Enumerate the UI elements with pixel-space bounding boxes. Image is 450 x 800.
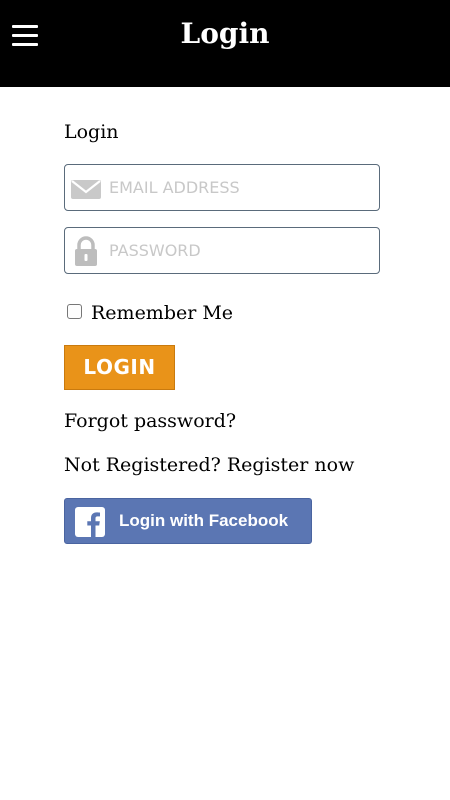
remember-me-checkbox[interactable] [67,303,82,319]
facebook-button-label: Login with Facebook [119,511,289,530]
lock-icon [75,236,97,266]
page-title: Login [180,17,270,50]
form-heading: Login [64,121,119,143]
email-field[interactable] [64,164,380,211]
envelope-icon [71,180,101,199]
register-link[interactable]: Not Registered? Register now [64,452,354,478]
login-button[interactable]: LOGIN [64,345,175,390]
email-input[interactable] [109,165,375,210]
facebook-login-button[interactable]: Login with Facebook [64,498,312,544]
top-app-bar: Login [0,0,450,87]
remember-me-row: Remember Me [67,300,233,326]
forgot-password-link[interactable]: Forgot password? [64,408,236,434]
password-field[interactable] [64,227,380,274]
password-input[interactable] [109,228,375,273]
facebook-icon [75,507,105,537]
remember-me-label[interactable]: Remember Me [91,300,233,326]
